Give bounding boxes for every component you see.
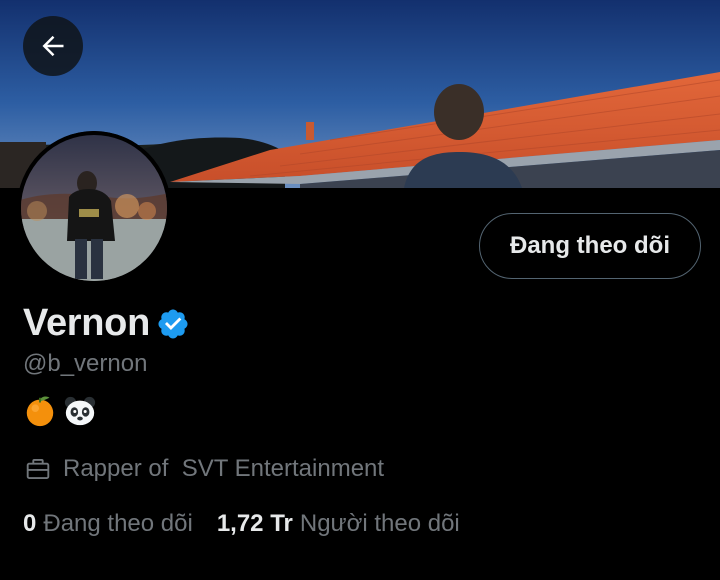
briefcase-icon: [26, 459, 50, 479]
panda-emoji: [64, 396, 96, 426]
user-handle: @b_vernon: [23, 350, 148, 377]
arrow-left-icon: [42, 35, 64, 57]
followers-stat[interactable]: 1,72 Tr Người theo dõi: [217, 510, 460, 538]
back-button[interactable]: [23, 16, 83, 76]
followers-count: 1,72 Tr: [216, 510, 293, 537]
verified-badge-icon: [156, 307, 190, 341]
following-stat[interactable]: 0 Đang theo dõi: [23, 510, 193, 538]
display-name: Vernon: [23, 302, 151, 344]
followers-label: Người theo dõi: [299, 510, 460, 537]
avatar-image: [17, 131, 171, 285]
work-text: Rapper of SVT Entertainment: [63, 455, 385, 482]
avatar[interactable]: [17, 131, 171, 285]
tangerine-emoji: [26, 396, 54, 427]
profile-stats: 0 Đang theo dõi 1,72 Tr Người theo dõi: [23, 510, 460, 538]
following-button[interactable]: Đang theo dõi: [479, 213, 701, 279]
profile-work: Rapper of SVT Entertainment: [23, 454, 384, 484]
following-label: Đang theo dõi: [43, 510, 193, 537]
name-row: Vernon: [23, 302, 190, 345]
bio: [23, 394, 97, 428]
following-count: 0: [23, 510, 37, 537]
following-button-label: Đang theo dõi: [510, 232, 670, 259]
